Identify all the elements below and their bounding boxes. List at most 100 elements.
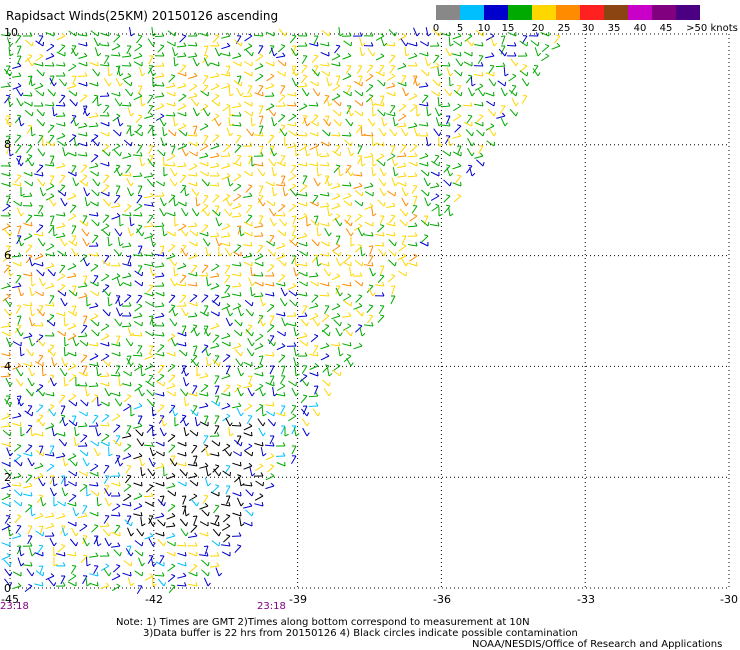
wind-barb bbox=[59, 368, 66, 377]
wind-barb bbox=[452, 165, 462, 170]
wind-barb-flag bbox=[72, 393, 77, 397]
wind-barb-flag bbox=[185, 152, 189, 157]
wind-barb bbox=[440, 105, 451, 108]
wind-barb-flag bbox=[16, 315, 22, 317]
wind-barb bbox=[342, 295, 352, 301]
wind-barb bbox=[313, 177, 319, 187]
wind-barb bbox=[59, 78, 66, 87]
wind-barb-flag bbox=[174, 342, 178, 347]
wind-barb bbox=[408, 55, 418, 60]
wind-barb-flag bbox=[513, 52, 517, 57]
wind-barb bbox=[269, 365, 275, 375]
wind-barb bbox=[354, 280, 363, 287]
wind-barb bbox=[134, 130, 143, 137]
wind-barb bbox=[12, 65, 22, 69]
wind-barb bbox=[332, 85, 341, 92]
wind-barb bbox=[152, 426, 154, 437]
wind-barb bbox=[369, 245, 374, 255]
wind-barb bbox=[202, 238, 209, 247]
wind-barb-flag bbox=[383, 141, 385, 147]
wind-barb bbox=[159, 427, 165, 437]
wind-barb bbox=[243, 195, 253, 198]
wind-barb-flag bbox=[413, 104, 418, 107]
wind-barb-flag bbox=[182, 223, 187, 227]
wind-barb-flag bbox=[18, 72, 22, 77]
wind-barb bbox=[176, 584, 187, 587]
wind-barb-flag bbox=[20, 501, 23, 507]
wind-barb bbox=[336, 75, 341, 85]
wind-barb-flag bbox=[94, 353, 99, 357]
wind-barb bbox=[166, 103, 176, 107]
wind-barb-flag bbox=[97, 332, 100, 337]
wind-barb bbox=[363, 134, 374, 137]
wind-barb-flag bbox=[347, 192, 352, 197]
wind-barb bbox=[372, 106, 374, 117]
wind-barb bbox=[12, 415, 22, 419]
wind-barb-flag bbox=[108, 542, 112, 547]
wind-barb-flag bbox=[141, 162, 146, 167]
wind-barb bbox=[107, 66, 110, 77]
wind-barb bbox=[122, 263, 132, 267]
wind-barb-flag bbox=[556, 42, 561, 47]
wind-barb-flag bbox=[358, 302, 363, 307]
wind-barb bbox=[68, 375, 77, 382]
wind-barb-flag bbox=[104, 174, 110, 177]
wind-barb bbox=[300, 319, 308, 327]
wind-barb-flag bbox=[163, 233, 168, 237]
wind-barb-flag bbox=[339, 262, 343, 267]
wind-barb bbox=[232, 345, 242, 350]
wind-barb-flag bbox=[236, 134, 242, 137]
wind-barb-flag bbox=[185, 472, 188, 477]
wind-barb bbox=[244, 299, 253, 307]
wind-barb bbox=[148, 345, 154, 355]
wind-barb-flag bbox=[361, 101, 364, 107]
wind-barb bbox=[17, 315, 22, 325]
wind-barb bbox=[408, 125, 418, 129]
wind-barb bbox=[510, 58, 517, 67]
wind-barb bbox=[37, 178, 44, 187]
wind-barb bbox=[67, 195, 77, 200]
wind-barb-flag bbox=[361, 53, 366, 57]
wind-barb bbox=[100, 162, 110, 167]
wind-barb bbox=[99, 525, 110, 528]
wind-barb-flag bbox=[163, 202, 167, 207]
wind-barb-flag bbox=[229, 312, 234, 317]
wind-barb-flag bbox=[174, 223, 179, 227]
wind-barb-flag bbox=[39, 164, 44, 167]
wind-barb bbox=[112, 129, 121, 137]
wind-barb bbox=[57, 500, 66, 507]
wind-barb bbox=[264, 444, 275, 447]
wind-barb-flag bbox=[413, 144, 418, 147]
wind-barb bbox=[496, 115, 506, 119]
wind-barb-flag bbox=[434, 54, 440, 57]
wind-barb-flag bbox=[216, 172, 220, 177]
wind-barb bbox=[102, 528, 110, 537]
wind-barb bbox=[255, 55, 264, 62]
wind-barb-flag bbox=[138, 402, 143, 407]
wind-barb bbox=[133, 482, 143, 487]
wind-barb bbox=[265, 382, 275, 387]
wind-barb-flag bbox=[368, 245, 374, 247]
wind-barb bbox=[466, 115, 473, 124]
wind-barb bbox=[199, 162, 209, 167]
wind-barb bbox=[1, 555, 11, 560]
wind-barb bbox=[73, 437, 77, 447]
wind-barb bbox=[188, 165, 198, 171]
wind-barb-flag bbox=[163, 432, 167, 437]
wind-barb bbox=[378, 65, 385, 74]
wind-barb-flag bbox=[31, 462, 35, 467]
wind-barb-flag bbox=[391, 82, 396, 87]
wind-barb-flag bbox=[270, 464, 275, 467]
wind-barb bbox=[399, 145, 407, 154]
wind-barb-flag bbox=[336, 273, 341, 277]
wind-barb bbox=[154, 574, 165, 577]
wind-barb-flag bbox=[116, 583, 121, 587]
wind-barb bbox=[78, 62, 88, 67]
wind-barb bbox=[267, 265, 275, 273]
wind-barb-flag bbox=[108, 362, 111, 367]
wind-barb-flag bbox=[130, 532, 134, 537]
wind-barb-flag bbox=[196, 192, 200, 197]
wind-barb-flag bbox=[273, 342, 276, 347]
wind-barb-flag bbox=[259, 463, 264, 467]
wind-barb bbox=[79, 449, 88, 457]
